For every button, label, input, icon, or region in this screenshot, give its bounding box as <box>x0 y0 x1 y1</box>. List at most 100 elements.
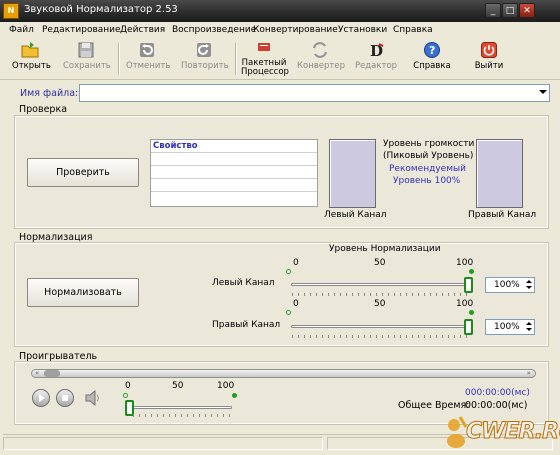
grid-row <box>151 192 317 205</box>
left-channel-slider-thumb[interactable] <box>463 277 473 293</box>
maximize-button[interactable]: □ <box>502 3 518 18</box>
open-button[interactable]: Открыть <box>12 41 51 71</box>
speaker-icon[interactable] <box>83 388 103 408</box>
player-panel-title: Проигрыватель <box>19 351 98 362</box>
play-icon <box>39 394 45 402</box>
normalize-button[interactable]: Нормализовать <box>27 278 139 307</box>
scale-label: 50 <box>374 299 386 309</box>
open-label: Открыть <box>12 61 51 71</box>
help-label: Справка <box>413 61 451 71</box>
slider-min-dot <box>286 310 291 315</box>
convert-icon <box>313 42 327 58</box>
volume-ticks <box>133 414 233 417</box>
right-level-meter <box>476 139 523 208</box>
exit-button[interactable]: Выйти <box>471 41 507 71</box>
converter-button[interactable]: Конвертер <box>297 41 346 71</box>
minimize-button[interactable]: _ <box>485 3 501 18</box>
rewind-icon: « <box>35 369 40 377</box>
forward-icon: » <box>526 369 531 377</box>
floppy-icon <box>78 42 94 58</box>
volume-max-dot <box>232 393 237 398</box>
batch-label-2: Процессор <box>241 67 289 77</box>
menu-file[interactable]: Файл <box>9 25 34 35</box>
help-button[interactable]: ? Справка <box>412 41 452 71</box>
window-title: Звуковой Нормализатор 2.53 <box>24 4 178 15</box>
total-time-value: 00:00:00(мс) <box>465 400 528 411</box>
menu-playback[interactable]: Воспроизведение <box>172 25 256 35</box>
volume-slider-track[interactable] <box>128 406 232 409</box>
folder-icon <box>21 42 39 58</box>
slider-max-dot <box>469 269 474 274</box>
menu-edit[interactable]: Редактирование <box>42 25 121 35</box>
left-channel-slider-track[interactable] <box>291 283 469 286</box>
scale-label: 0 <box>293 258 299 268</box>
grid-header: Свойство <box>151 140 317 153</box>
app-icon: N <box>3 3 19 19</box>
close-button[interactable]: ✕ <box>519 3 535 18</box>
total-time-label: Общее Время: <box>398 400 470 411</box>
stop-icon <box>62 395 68 401</box>
right-channel-slider-label: Правый Канал <box>212 320 281 330</box>
level-label-2: (Пиковый Уровень) <box>383 151 474 161</box>
left-channel-percent-value: 100% <box>494 280 520 290</box>
menu-help[interactable]: Справка <box>393 25 433 35</box>
scale-label: 100 <box>456 258 474 268</box>
redo-button[interactable]: Повторить <box>181 41 229 71</box>
grid-row <box>151 179 317 192</box>
power-icon <box>481 42 497 58</box>
right-channel-percent-value: 100% <box>494 322 520 332</box>
menu-convert[interactable]: Конвертирование <box>253 25 338 35</box>
slider-ticks <box>292 293 468 296</box>
level-label-1: Уровень громкости <box>383 139 475 149</box>
slider-ticks <box>292 335 468 338</box>
menu-settings[interactable]: Установки <box>338 25 387 35</box>
right-channel-slider-thumb[interactable] <box>463 319 473 335</box>
grid-row <box>151 153 317 166</box>
spinner-icon[interactable] <box>525 321 533 333</box>
app-window: N Звуковой Нормализатор 2.53 _ □ ✕ Файл … <box>0 0 560 455</box>
normalize-heading: Уровень Нормализации <box>329 244 441 254</box>
chevron-down-icon[interactable] <box>539 90 547 94</box>
scale-label: 50 <box>374 258 386 268</box>
batch-icon <box>258 43 270 51</box>
watermark-logo: CWER.RU <box>440 413 560 451</box>
toolbar-separator <box>235 43 237 75</box>
check-panel-title: Проверка <box>19 104 68 115</box>
right-channel-percent-input[interactable]: 100% <box>485 319 535 335</box>
check-button[interactable]: Проверить <box>27 158 139 187</box>
spinner-icon[interactable] <box>525 279 533 291</box>
editor-button[interactable]: D Редактор <box>353 41 399 71</box>
status-cell <box>3 437 323 450</box>
left-channel-slider-label: Левый Канал <box>212 278 275 288</box>
svg-text:?: ? <box>429 44 435 57</box>
volume-min-dot <box>123 393 128 398</box>
title-bar[interactable]: N Звуковой Нормализатор 2.53 _ □ ✕ <box>0 0 560 22</box>
scale-label: 0 <box>293 299 299 309</box>
play-button[interactable] <box>32 389 50 407</box>
stop-button[interactable] <box>56 389 74 407</box>
undo-button[interactable]: Отменить <box>126 41 171 71</box>
save-button[interactable]: Сохранить <box>63 41 111 71</box>
normalize-panel-title: Нормализация <box>19 232 93 243</box>
scale-label: 100 <box>456 299 474 309</box>
seek-thumb[interactable] <box>44 370 60 377</box>
toolbar-separator <box>118 43 120 75</box>
toolbar: Открыть Сохранить Отменить Повторить Пак… <box>0 39 560 80</box>
converter-label: Конвертер <box>297 61 346 71</box>
properties-grid: Свойство <box>150 139 318 207</box>
editor-icon: D <box>370 42 384 59</box>
menu-actions[interactable]: Действия <box>120 25 165 35</box>
volume-scale-label: 0 <box>125 381 131 391</box>
menu-bar: Файл Редактирование Действия Воспроизвед… <box>0 22 560 39</box>
save-label: Сохранить <box>63 61 111 71</box>
batch-processor-button[interactable]: Пакетный Процессор <box>241 41 289 77</box>
undo-icon <box>140 43 154 57</box>
right-channel-label: Правый Канал <box>468 210 537 220</box>
file-name-combobox[interactable] <box>79 84 550 102</box>
left-channel-percent-input[interactable]: 100% <box>485 277 535 293</box>
editor-label: Редактор <box>354 61 398 71</box>
undo-label: Отменить <box>126 61 171 71</box>
seek-bar[interactable]: « » <box>31 369 536 378</box>
right-channel-slider-track[interactable] <box>291 325 469 328</box>
volume-scale-label: 100 <box>217 381 235 391</box>
